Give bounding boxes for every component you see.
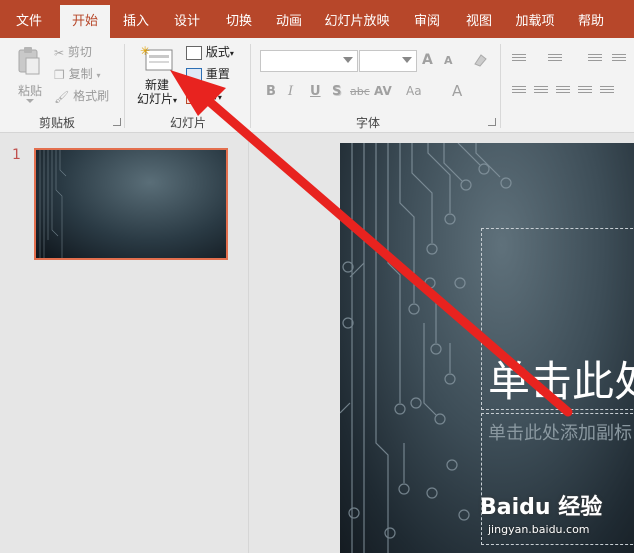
watermark-brand: Baidu 经验 xyxy=(480,495,603,520)
annotation-arrow xyxy=(170,70,573,417)
watermark-url: jingyan.baidu.com xyxy=(488,523,590,536)
baidu-watermark: Baidu 经验 jingyan.baidu.com xyxy=(480,485,630,545)
